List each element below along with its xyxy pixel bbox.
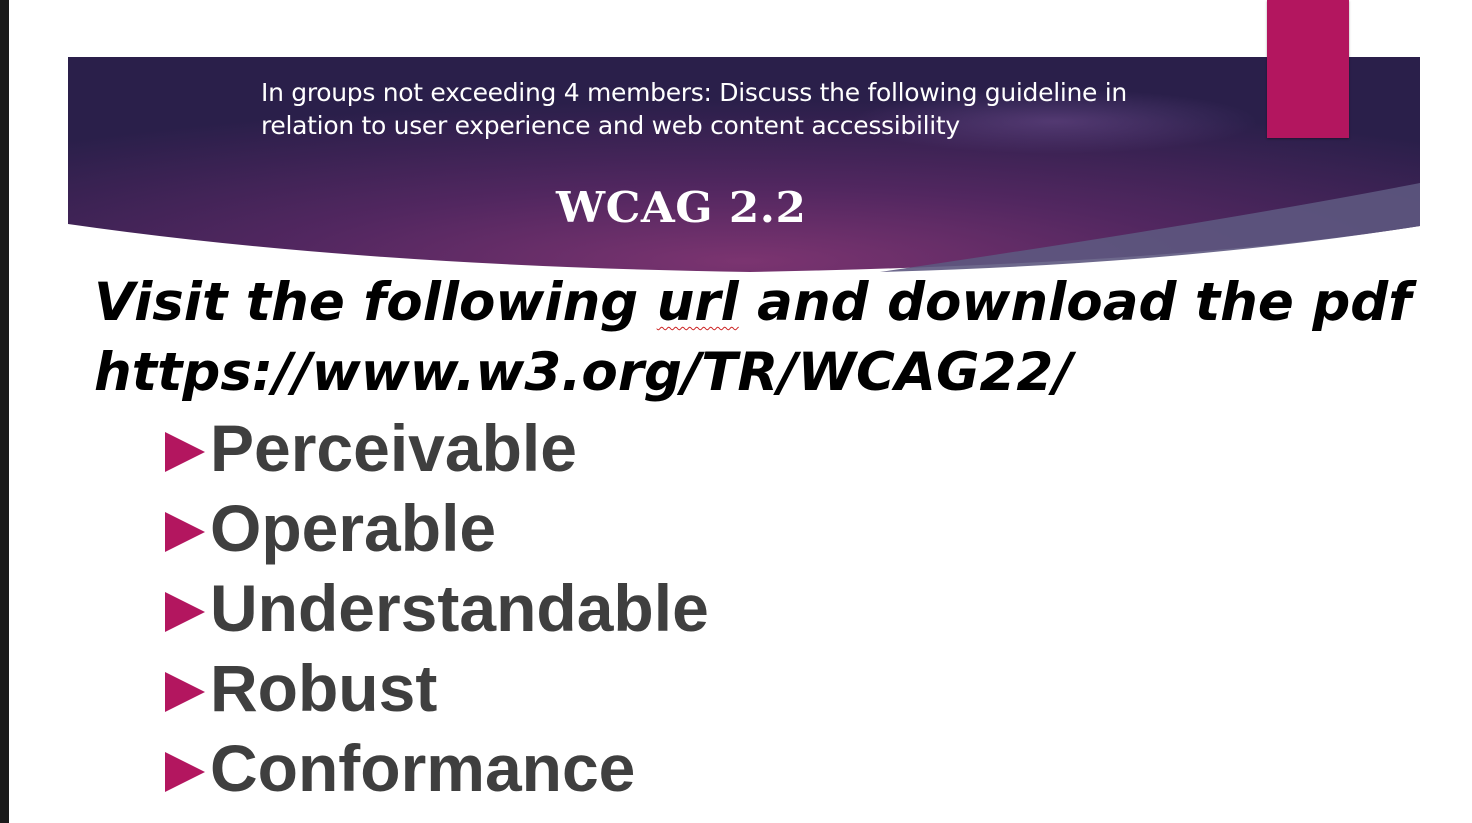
instruction-line-2: relation to user experience and web cont…: [261, 111, 960, 140]
play-triangle-icon: [165, 592, 205, 632]
list-item-perceivable: Perceivable: [160, 408, 709, 488]
accent-tab: [1267, 0, 1349, 138]
principles-list: Perceivable Operable Understandable Robu…: [160, 408, 709, 808]
wcag-url-link[interactable]: https://www.w3.org/TR/WCAG22/: [94, 338, 1394, 408]
visit-line-1: Visit the following url and download the…: [94, 268, 1411, 338]
list-item-label: Robust: [210, 651, 438, 725]
play-triangle-icon: [165, 752, 205, 792]
play-triangle-icon: [165, 432, 205, 472]
visit-text-before: Visit the following: [94, 272, 657, 333]
url-word: url: [656, 272, 739, 333]
instruction-text: In groups not exceeding 4 members: Discu…: [261, 76, 1221, 142]
list-item-robust: Robust: [160, 648, 709, 728]
list-item-label: Perceivable: [210, 411, 577, 485]
slide-title: WCAG 2.2: [556, 183, 807, 232]
visit-text-after: and download the pdf: [738, 272, 1412, 333]
list-item-conformance: Conformance: [160, 728, 709, 808]
list-item-label: Conformance: [210, 731, 636, 805]
list-item-understandable: Understandable: [160, 568, 709, 648]
list-item-operable: Operable: [160, 488, 709, 568]
slide: In groups not exceeding 4 members: Discu…: [0, 0, 1472, 823]
play-triangle-icon: [165, 512, 205, 552]
play-triangle-icon: [165, 672, 205, 712]
list-item-label: Operable: [210, 491, 497, 565]
list-item-label: Understandable: [210, 571, 709, 645]
visit-instructions: Visit the following url and download the…: [94, 268, 1411, 408]
instruction-line-1: In groups not exceeding 4 members: Discu…: [261, 78, 1127, 107]
